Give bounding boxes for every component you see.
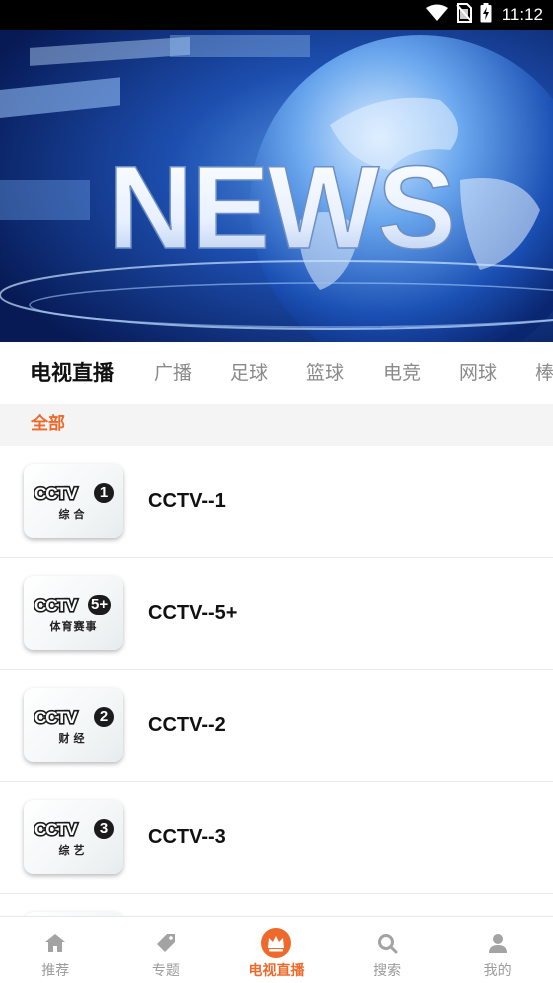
tab-basketball[interactable]: 篮球 <box>306 342 344 404</box>
cctv-wordmark: CCTV <box>34 708 92 726</box>
nav-label: 电视直播 <box>248 963 305 979</box>
banner-headline: NEWS <box>108 142 454 274</box>
channel-subtitle: 综艺 <box>58 844 89 857</box>
nav-tv-live[interactable]: 电视直播 <box>221 917 332 983</box>
channel-tabs: 电视直播 广播 足球 篮球 电竞 网球 棒 <box>0 342 553 404</box>
channel-name: CCTV--5+ <box>148 602 238 624</box>
tab-tv-live[interactable]: 电视直播 <box>30 342 114 404</box>
bottom-nav: 推荐 专题 电视直播 搜索 我的 <box>0 916 553 983</box>
category-strip: 全部 <box>0 404 553 446</box>
cctv-wordmark: CCTV <box>34 820 92 838</box>
status-bar: 11:12 <box>0 0 553 30</box>
cctv-wordmark: CCTV <box>34 484 92 502</box>
channel-row-partial[interactable] <box>0 894 553 916</box>
tab-tennis[interactable]: 网球 <box>459 342 497 404</box>
channel-number-badge: 2 <box>94 707 114 727</box>
tab-esports[interactable]: 电竞 <box>383 342 421 404</box>
nav-label: 我的 <box>483 963 512 979</box>
status-time: 11:12 <box>501 5 543 24</box>
channel-logo: CCTV 3 综艺 <box>24 800 123 874</box>
channel-row[interactable]: CCTV 5+ 体育赛事 CCTV--5+ <box>0 558 553 670</box>
nav-topics[interactable]: 专题 <box>111 917 222 983</box>
user-icon <box>482 927 514 959</box>
channel-number-badge: 1 <box>94 483 114 503</box>
tab-radio[interactable]: 广播 <box>154 342 192 404</box>
channel-list: CCTV 1 综合 CCTV--1 CCTV 5+ 体育赛事 CCTV--5+ … <box>0 446 553 916</box>
search-icon <box>371 927 403 959</box>
channel-row[interactable]: CCTV 1 综合 CCTV--1 <box>0 446 553 558</box>
svg-text:CCTV: CCTV <box>34 596 78 614</box>
crown-icon <box>260 927 292 959</box>
tag-icon <box>150 927 182 959</box>
channel-logo: CCTV 5+ 体育赛事 <box>24 576 123 650</box>
channel-number-badge: 3 <box>94 819 114 839</box>
status-icons: 11:12 <box>425 3 543 27</box>
channel-name: CCTV--2 <box>148 714 226 736</box>
home-icon <box>39 927 71 959</box>
nav-mine[interactable]: 我的 <box>442 917 553 983</box>
no-sim-icon <box>455 3 472 27</box>
channel-logo: CCTV 1 综合 <box>24 464 123 538</box>
nav-label: 搜索 <box>373 963 402 979</box>
nav-recommend[interactable]: 推荐 <box>0 917 111 983</box>
category-all[interactable]: 全部 <box>31 404 65 444</box>
banner-image: NEWS <box>0 30 553 342</box>
svg-text:CCTV: CCTV <box>34 484 78 502</box>
channel-row[interactable]: CCTV 2 财经 CCTV--2 <box>0 670 553 782</box>
svg-text:CCTV: CCTV <box>34 708 78 726</box>
svg-text:CCTV: CCTV <box>34 820 78 838</box>
cctv-wordmark: CCTV <box>34 596 92 614</box>
nav-search[interactable]: 搜索 <box>332 917 443 983</box>
news-banner[interactable]: NEWS <box>0 30 553 342</box>
tab-football[interactable]: 足球 <box>230 342 268 404</box>
channel-name: CCTV--3 <box>148 826 226 848</box>
nav-label: 专题 <box>151 963 180 979</box>
tab-baseball[interactable]: 棒 <box>535 342 553 404</box>
nav-label: 推荐 <box>41 963 70 979</box>
channel-number-badge: 5+ <box>88 595 112 615</box>
battery-charging-icon <box>480 3 492 27</box>
channel-subtitle: 财经 <box>58 732 89 745</box>
channel-subtitle: 综合 <box>58 508 89 521</box>
channel-logo: CCTV 2 财经 <box>24 688 123 762</box>
channel-subtitle: 体育赛事 <box>49 620 98 633</box>
channel-name: CCTV--1 <box>148 490 226 512</box>
wifi-icon <box>425 4 448 26</box>
channel-row[interactable]: CCTV 3 综艺 CCTV--3 <box>0 782 553 894</box>
